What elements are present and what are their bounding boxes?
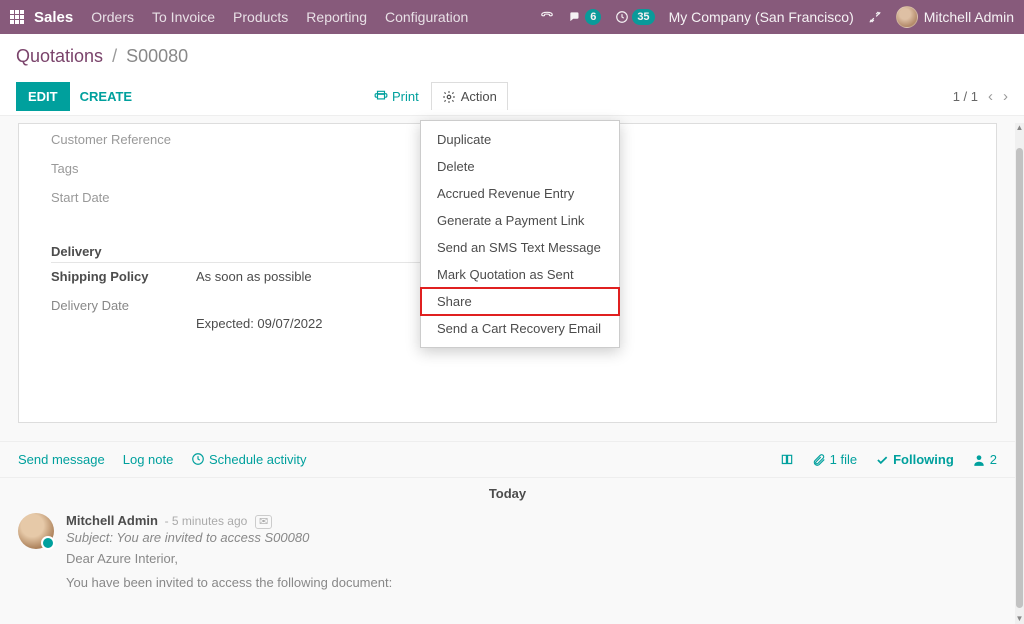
user-menu[interactable]: Mitchell Admin: [896, 6, 1014, 28]
action-cart-recovery[interactable]: Send a Cart Recovery Email: [421, 315, 619, 342]
user-icon: [972, 453, 986, 467]
action-delete[interactable]: Delete: [421, 153, 619, 180]
pager-prev[interactable]: ‹: [988, 88, 993, 105]
log-note-button[interactable]: Log note: [123, 452, 174, 467]
message-subject: Subject: You are invited to access S0008…: [66, 530, 392, 545]
breadcrumb-root[interactable]: Quotations: [16, 46, 103, 66]
book-icon: [780, 453, 794, 467]
label-customer-ref: Customer Reference: [51, 132, 196, 147]
action-share[interactable]: Share: [421, 288, 619, 315]
navbar-right: 6 35 My Company (San Francisco) Mitchell…: [540, 6, 1014, 28]
action-accrued-revenue[interactable]: Accrued Revenue Entry: [421, 180, 619, 207]
file-count: 1 file: [830, 452, 857, 467]
print-icon: [374, 89, 388, 103]
menu-to-invoice[interactable]: To Invoice: [152, 9, 215, 25]
activities-badge: 35: [632, 9, 654, 25]
apps-icon[interactable]: [10, 10, 24, 24]
gear-icon: [442, 90, 456, 104]
message-author[interactable]: Mitchell Admin: [66, 513, 158, 528]
action-payment-link[interactable]: Generate a Payment Link: [421, 207, 619, 234]
create-button[interactable]: CREATE: [80, 89, 132, 104]
action-mark-sent[interactable]: Mark Quotation as Sent: [421, 261, 619, 288]
edit-button[interactable]: EDIT: [16, 82, 70, 111]
envelope-icon[interactable]: ✉: [255, 515, 272, 529]
following-button[interactable]: Following: [875, 452, 954, 467]
company-switcher[interactable]: My Company (San Francisco): [669, 9, 854, 25]
scroll-thumb[interactable]: [1016, 148, 1023, 608]
scroll-down-arrow[interactable]: ▼: [1015, 614, 1024, 624]
menu-configuration[interactable]: Configuration: [385, 9, 468, 25]
user-name: Mitchell Admin: [924, 9, 1014, 25]
attachments-button[interactable]: 1 file: [812, 452, 857, 467]
pager: 1 / 1 ‹ ›: [953, 88, 1008, 105]
message-date-separator: Today: [0, 478, 1015, 509]
menu-orders[interactable]: Orders: [91, 9, 134, 25]
schedule-activity-button[interactable]: Schedule activity: [191, 452, 306, 467]
menu-reporting[interactable]: Reporting: [306, 9, 367, 25]
message-avatar: [18, 513, 54, 549]
label-delivery-date: Delivery Date: [51, 298, 196, 331]
main-navbar: Sales Orders To Invoice Products Reporti…: [0, 0, 1024, 34]
menu-products[interactable]: Products: [233, 9, 288, 25]
breadcrumb-sep: /: [112, 46, 117, 66]
print-button[interactable]: Print: [366, 83, 427, 110]
label-shipping-policy: Shipping Policy: [51, 269, 196, 284]
clock-icon: [191, 452, 205, 466]
breadcrumb-current: S00080: [126, 46, 188, 66]
action-button[interactable]: Action: [431, 82, 508, 110]
vertical-scrollbar[interactable]: ▲ ▼: [1015, 123, 1024, 624]
action-label: Action: [461, 89, 497, 104]
label-tags: Tags: [51, 161, 196, 176]
follower-count: 2: [990, 452, 997, 467]
top-menu: Orders To Invoice Products Reporting Con…: [91, 9, 540, 25]
control-panel: Quotations / S00080 EDIT CREATE Print Ac…: [0, 34, 1024, 116]
action-dropdown: Duplicate Delete Accrued Revenue Entry G…: [420, 120, 620, 348]
activities-icon[interactable]: 35: [615, 9, 654, 25]
app-brand[interactable]: Sales: [34, 9, 73, 26]
message-time: - 5 minutes ago: [165, 514, 248, 528]
discuss-icon[interactable]: 6: [568, 9, 601, 25]
voip-icon[interactable]: [540, 10, 554, 24]
pager-text[interactable]: 1 / 1: [953, 89, 978, 104]
action-send-sms[interactable]: Send an SMS Text Message: [421, 234, 619, 261]
breadcrumb: Quotations / S00080: [16, 46, 1008, 67]
send-message-button[interactable]: Send message: [18, 452, 105, 467]
print-label: Print: [392, 89, 419, 104]
message-text-1: Dear Azure Interior,: [66, 549, 392, 569]
paperclip-icon: [812, 453, 826, 467]
label-start-date: Start Date: [51, 190, 196, 205]
attachments-placeholder-icon[interactable]: [780, 453, 794, 467]
followers-button[interactable]: 2: [972, 452, 997, 467]
chatter: Send message Log note Schedule activity …: [0, 441, 1015, 596]
scroll-up-arrow[interactable]: ▲: [1015, 123, 1024, 133]
message-text-2: You have been invited to access the foll…: [66, 573, 392, 593]
avatar: [896, 6, 918, 28]
check-icon: [875, 453, 889, 467]
chatter-message: Mitchell Admin - 5 minutes ago ✉ Subject…: [0, 509, 1015, 596]
discuss-badge: 6: [585, 9, 601, 25]
action-duplicate[interactable]: Duplicate: [421, 126, 619, 153]
debug-icon[interactable]: [868, 10, 882, 24]
pager-next[interactable]: ›: [1003, 88, 1008, 105]
